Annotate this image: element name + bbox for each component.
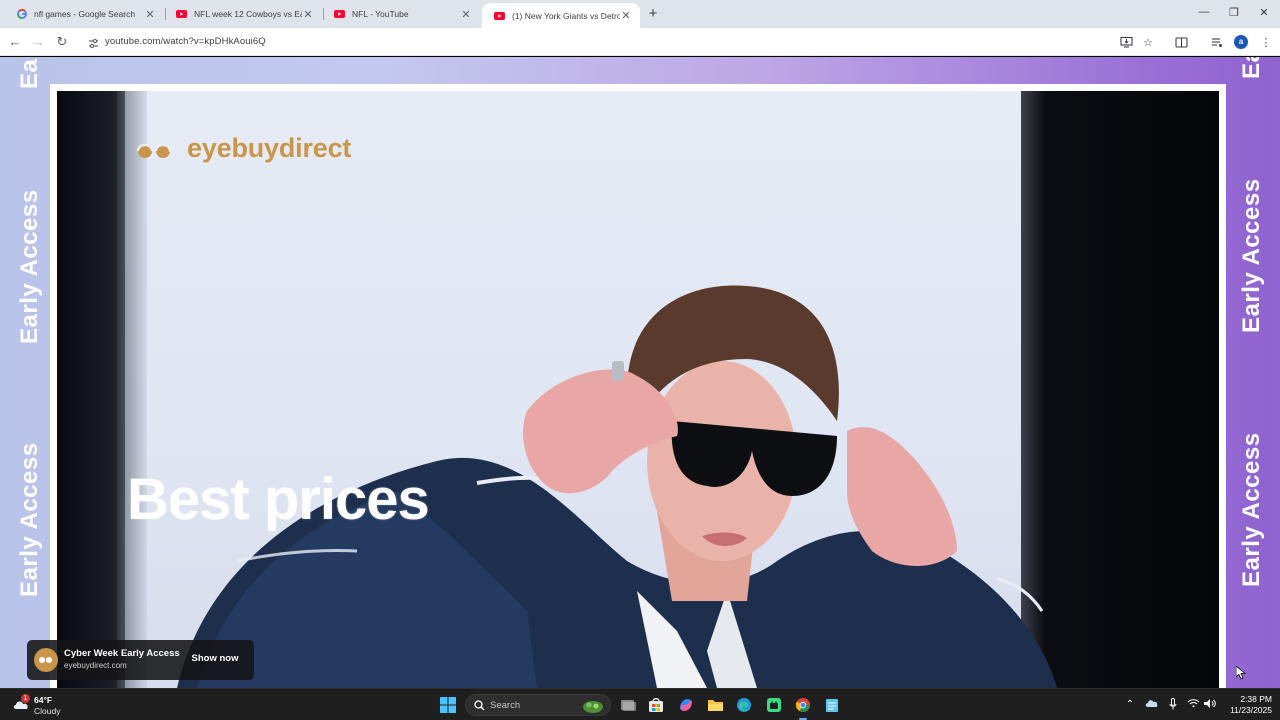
browser-tab-strip: nfl games - Google Search ✕ NFL week 12 … <box>0 0 1280 28</box>
chrome-icon[interactable] <box>793 695 813 715</box>
restore-button[interactable]: ❐ <box>1219 6 1249 19</box>
brand-name: eyebuydirect <box>187 133 352 163</box>
tab-label: NFL - YouTube <box>352 9 409 19</box>
brand-logo: eyebuydirect <box>135 133 351 164</box>
copilot-icon[interactable] <box>676 695 696 715</box>
close-tab-icon[interactable]: ✕ <box>460 8 472 21</box>
search-highlight-icon <box>583 701 603 713</box>
search-placeholder: Search <box>490 700 521 711</box>
site-info-icon[interactable] <box>88 36 99 49</box>
address-bar[interactable]: youtube.com/watch?v=kpDHkAoui6Q <box>78 31 1108 53</box>
media-controls-icon[interactable] <box>1210 35 1224 49</box>
tab-google-search[interactable]: nfl games - Google Search ✕ <box>4 3 164 25</box>
forward-button[interactable]: → <box>30 34 46 50</box>
weather-alert-badge: 1 <box>21 694 30 703</box>
model-wearing-sunglasses-image <box>177 285 1057 688</box>
google-g-icon <box>16 9 27 20</box>
video-player[interactable]: Early Access Early Access Early Access E… <box>0 57 1280 688</box>
ad-headline: Best prices <box>127 467 430 532</box>
onedrive-icon[interactable] <box>1144 698 1158 712</box>
task-view-icon[interactable] <box>618 695 638 715</box>
weather-widget[interactable]: 1 64°F Cloudy <box>10 693 70 717</box>
windows-start-icon[interactable] <box>438 695 458 715</box>
close-tab-icon[interactable]: ✕ <box>620 9 632 22</box>
edge-icon[interactable] <box>734 695 754 715</box>
side-text-left-bottom: Early Access <box>16 442 43 597</box>
notepad-icon[interactable] <box>822 695 842 715</box>
volume-icon[interactable] <box>1202 698 1216 712</box>
tab-label: (1) New York Giants vs Detroit L <box>512 10 620 21</box>
youtube-icon <box>334 9 345 20</box>
mouse-cursor-icon <box>1236 666 1246 680</box>
ad-card-domain: eyebuydirect.com <box>64 661 127 670</box>
wifi-icon[interactable] <box>1186 698 1200 712</box>
bookmark-star-icon[interactable]: ☆ <box>1141 35 1155 49</box>
taskbar-search[interactable]: Search <box>465 694 611 716</box>
weather-condition: Cloudy <box>34 706 61 716</box>
ad-photo: eyebuydirect Best prices <box>57 91 1219 688</box>
split-view-icon[interactable] <box>1174 35 1188 49</box>
close-tab-icon[interactable]: ✕ <box>302 8 314 21</box>
android-app-icon[interactable] <box>764 695 784 715</box>
install-app-icon[interactable] <box>1119 35 1133 49</box>
side-text-left-mid: Early Access <box>16 189 43 344</box>
advertiser-avatar <box>34 648 58 672</box>
ad-info-card[interactable]: Cyber Week Early Access eyebuydirect.com… <box>27 640 254 680</box>
tab-label: nfl games - Google Search <box>34 9 136 19</box>
clock-time: 2:38 PM <box>1240 694 1272 704</box>
new-tab-button[interactable]: + <box>644 5 662 23</box>
chrome-menu-icon[interactable]: ⋮ <box>1259 35 1273 49</box>
glasses-logo-icon <box>39 657 52 663</box>
minimize-button[interactable]: — <box>1189 6 1219 18</box>
windows-taskbar: 1 64°F Cloudy Search ⌃ 2:38 PM 11/23/202… <box>0 688 1280 720</box>
show-now-button[interactable]: Show now <box>185 648 245 670</box>
browser-toolbar: ← → ↻ youtube.com/watch?v=kpDHkAoui6Q ☆ … <box>0 28 1280 56</box>
tab-nfl-youtube[interactable]: NFL - YouTube ✕ <box>322 3 480 25</box>
ad-card-title: Cyber Week Early Access <box>64 648 180 659</box>
youtube-icon <box>494 10 505 21</box>
tab-cowboys-eagles[interactable]: NFL week 12 Cowboys vs Eagles ✕ <box>164 3 322 25</box>
side-text-left-top: Early Access <box>16 57 44 89</box>
tab-giants-lions[interactable]: (1) New York Giants vs Detroit L ✕ <box>482 3 640 28</box>
youtube-icon <box>176 9 187 20</box>
microphone-icon[interactable] <box>1166 698 1180 712</box>
side-text-right-mid: Early Access <box>1238 178 1265 333</box>
reload-button[interactable]: ↻ <box>54 34 70 50</box>
url-text[interactable]: youtube.com/watch?v=kpDHkAoui6Q <box>105 36 266 47</box>
profile-avatar[interactable]: a <box>1234 35 1248 49</box>
system-clock[interactable]: 2:38 PM 11/23/2025 <box>1220 694 1272 716</box>
weather-temperature: 64°F <box>34 695 53 705</box>
file-explorer-icon[interactable] <box>705 695 725 715</box>
chevron-up-icon[interactable]: ⌃ <box>1123 698 1137 712</box>
store-icon[interactable] <box>646 695 666 715</box>
close-tab-icon[interactable]: ✕ <box>144 8 156 21</box>
back-button[interactable]: ← <box>7 34 23 50</box>
close-window-button[interactable]: ✕ <box>1249 6 1279 19</box>
tab-label: NFL week 12 Cowboys vs Eagles <box>194 9 302 19</box>
clock-date: 11/23/2025 <box>1230 705 1272 715</box>
search-icon <box>474 700 485 711</box>
side-text-right-top: Early Access <box>1238 57 1266 79</box>
side-text-right-bottom: Early Access <box>1238 432 1265 587</box>
glasses-logo-icon <box>136 143 180 158</box>
